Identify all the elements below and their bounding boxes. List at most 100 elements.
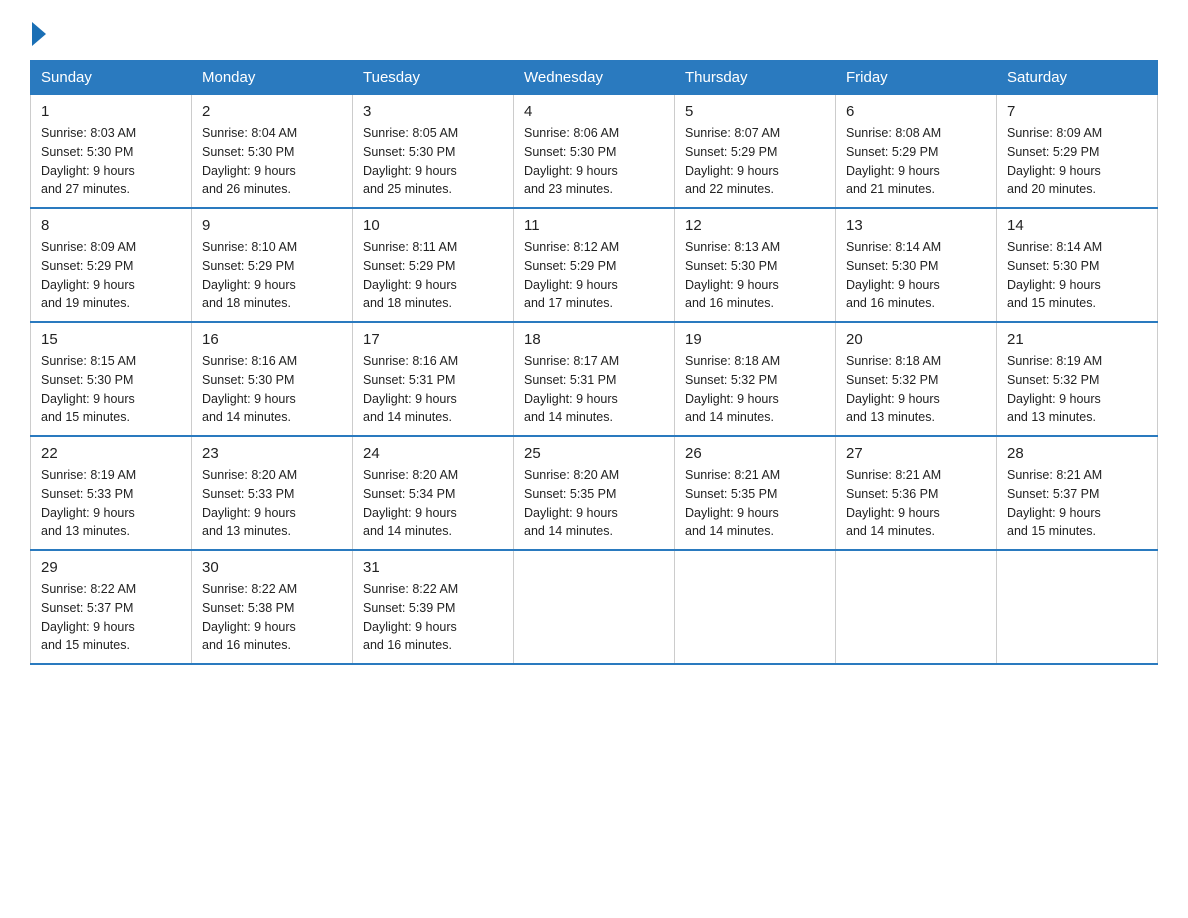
- day-number: 11: [524, 217, 664, 234]
- calendar-cell: 17 Sunrise: 8:16 AMSunset: 5:31 PMDaylig…: [353, 322, 514, 436]
- calendar-cell: 21 Sunrise: 8:19 AMSunset: 5:32 PMDaylig…: [997, 322, 1158, 436]
- week-row-4: 22 Sunrise: 8:19 AMSunset: 5:33 PMDaylig…: [31, 436, 1158, 550]
- day-info: Sunrise: 8:04 AMSunset: 5:30 PMDaylight:…: [202, 124, 342, 199]
- calendar-cell: 22 Sunrise: 8:19 AMSunset: 5:33 PMDaylig…: [31, 436, 192, 550]
- day-number: 28: [1007, 445, 1147, 462]
- logo: [30, 20, 46, 42]
- calendar-cell: 15 Sunrise: 8:15 AMSunset: 5:30 PMDaylig…: [31, 322, 192, 436]
- calendar-cell: 29 Sunrise: 8:22 AMSunset: 5:37 PMDaylig…: [31, 550, 192, 664]
- day-number: 12: [685, 217, 825, 234]
- calendar-cell: 26 Sunrise: 8:21 AMSunset: 5:35 PMDaylig…: [675, 436, 836, 550]
- day-info: Sunrise: 8:09 AMSunset: 5:29 PMDaylight:…: [41, 238, 181, 313]
- day-info: Sunrise: 8:09 AMSunset: 5:29 PMDaylight:…: [1007, 124, 1147, 199]
- calendar-cell: 30 Sunrise: 8:22 AMSunset: 5:38 PMDaylig…: [192, 550, 353, 664]
- day-number: 23: [202, 445, 342, 462]
- calendar-cell: 4 Sunrise: 8:06 AMSunset: 5:30 PMDayligh…: [514, 95, 675, 209]
- weekday-header-row: SundayMondayTuesdayWednesdayThursdayFrid…: [31, 61, 1158, 95]
- calendar-cell: 6 Sunrise: 8:08 AMSunset: 5:29 PMDayligh…: [836, 95, 997, 209]
- calendar-cell: [836, 550, 997, 664]
- week-row-3: 15 Sunrise: 8:15 AMSunset: 5:30 PMDaylig…: [31, 322, 1158, 436]
- day-number: 31: [363, 559, 503, 576]
- calendar-cell: 14 Sunrise: 8:14 AMSunset: 5:30 PMDaylig…: [997, 208, 1158, 322]
- day-number: 21: [1007, 331, 1147, 348]
- day-number: 8: [41, 217, 181, 234]
- day-info: Sunrise: 8:20 AMSunset: 5:35 PMDaylight:…: [524, 466, 664, 541]
- calendar-cell: [514, 550, 675, 664]
- day-info: Sunrise: 8:06 AMSunset: 5:30 PMDaylight:…: [524, 124, 664, 199]
- day-number: 7: [1007, 103, 1147, 120]
- day-number: 6: [846, 103, 986, 120]
- day-number: 22: [41, 445, 181, 462]
- day-info: Sunrise: 8:21 AMSunset: 5:36 PMDaylight:…: [846, 466, 986, 541]
- day-number: 19: [685, 331, 825, 348]
- day-number: 13: [846, 217, 986, 234]
- calendar-cell: 8 Sunrise: 8:09 AMSunset: 5:29 PMDayligh…: [31, 208, 192, 322]
- day-info: Sunrise: 8:08 AMSunset: 5:29 PMDaylight:…: [846, 124, 986, 199]
- calendar-cell: [675, 550, 836, 664]
- day-info: Sunrise: 8:21 AMSunset: 5:37 PMDaylight:…: [1007, 466, 1147, 541]
- weekday-header-tuesday: Tuesday: [353, 61, 514, 95]
- calendar-cell: 7 Sunrise: 8:09 AMSunset: 5:29 PMDayligh…: [997, 95, 1158, 209]
- calendar-cell: 13 Sunrise: 8:14 AMSunset: 5:30 PMDaylig…: [836, 208, 997, 322]
- calendar-cell: 23 Sunrise: 8:20 AMSunset: 5:33 PMDaylig…: [192, 436, 353, 550]
- day-info: Sunrise: 8:07 AMSunset: 5:29 PMDaylight:…: [685, 124, 825, 199]
- weekday-header-thursday: Thursday: [675, 61, 836, 95]
- day-info: Sunrise: 8:17 AMSunset: 5:31 PMDaylight:…: [524, 352, 664, 427]
- calendar-cell: 31 Sunrise: 8:22 AMSunset: 5:39 PMDaylig…: [353, 550, 514, 664]
- day-number: 9: [202, 217, 342, 234]
- day-info: Sunrise: 8:21 AMSunset: 5:35 PMDaylight:…: [685, 466, 825, 541]
- day-number: 10: [363, 217, 503, 234]
- day-number: 16: [202, 331, 342, 348]
- day-info: Sunrise: 8:03 AMSunset: 5:30 PMDaylight:…: [41, 124, 181, 199]
- day-info: Sunrise: 8:19 AMSunset: 5:33 PMDaylight:…: [41, 466, 181, 541]
- day-info: Sunrise: 8:18 AMSunset: 5:32 PMDaylight:…: [685, 352, 825, 427]
- weekday-header-wednesday: Wednesday: [514, 61, 675, 95]
- calendar-cell: 18 Sunrise: 8:17 AMSunset: 5:31 PMDaylig…: [514, 322, 675, 436]
- calendar-cell: 5 Sunrise: 8:07 AMSunset: 5:29 PMDayligh…: [675, 95, 836, 209]
- weekday-header-saturday: Saturday: [997, 61, 1158, 95]
- day-info: Sunrise: 8:22 AMSunset: 5:37 PMDaylight:…: [41, 580, 181, 655]
- day-info: Sunrise: 8:13 AMSunset: 5:30 PMDaylight:…: [685, 238, 825, 313]
- day-number: 15: [41, 331, 181, 348]
- page-header: [30, 20, 1158, 42]
- calendar-cell: 19 Sunrise: 8:18 AMSunset: 5:32 PMDaylig…: [675, 322, 836, 436]
- day-number: 3: [363, 103, 503, 120]
- calendar-cell: 25 Sunrise: 8:20 AMSunset: 5:35 PMDaylig…: [514, 436, 675, 550]
- weekday-header-sunday: Sunday: [31, 61, 192, 95]
- calendar-cell: 9 Sunrise: 8:10 AMSunset: 5:29 PMDayligh…: [192, 208, 353, 322]
- day-info: Sunrise: 8:14 AMSunset: 5:30 PMDaylight:…: [1007, 238, 1147, 313]
- day-info: Sunrise: 8:20 AMSunset: 5:33 PMDaylight:…: [202, 466, 342, 541]
- day-info: Sunrise: 8:18 AMSunset: 5:32 PMDaylight:…: [846, 352, 986, 427]
- weekday-header-monday: Monday: [192, 61, 353, 95]
- calendar-cell: 11 Sunrise: 8:12 AMSunset: 5:29 PMDaylig…: [514, 208, 675, 322]
- day-info: Sunrise: 8:10 AMSunset: 5:29 PMDaylight:…: [202, 238, 342, 313]
- calendar-table: SundayMondayTuesdayWednesdayThursdayFrid…: [30, 60, 1158, 665]
- calendar-cell: [997, 550, 1158, 664]
- calendar-cell: 20 Sunrise: 8:18 AMSunset: 5:32 PMDaylig…: [836, 322, 997, 436]
- day-number: 14: [1007, 217, 1147, 234]
- day-number: 25: [524, 445, 664, 462]
- calendar-cell: 2 Sunrise: 8:04 AMSunset: 5:30 PMDayligh…: [192, 95, 353, 209]
- day-info: Sunrise: 8:16 AMSunset: 5:31 PMDaylight:…: [363, 352, 503, 427]
- day-number: 26: [685, 445, 825, 462]
- day-info: Sunrise: 8:22 AMSunset: 5:39 PMDaylight:…: [363, 580, 503, 655]
- calendar-cell: 28 Sunrise: 8:21 AMSunset: 5:37 PMDaylig…: [997, 436, 1158, 550]
- week-row-2: 8 Sunrise: 8:09 AMSunset: 5:29 PMDayligh…: [31, 208, 1158, 322]
- day-number: 24: [363, 445, 503, 462]
- calendar-cell: 16 Sunrise: 8:16 AMSunset: 5:30 PMDaylig…: [192, 322, 353, 436]
- calendar-cell: 3 Sunrise: 8:05 AMSunset: 5:30 PMDayligh…: [353, 95, 514, 209]
- calendar-cell: 27 Sunrise: 8:21 AMSunset: 5:36 PMDaylig…: [836, 436, 997, 550]
- day-number: 29: [41, 559, 181, 576]
- day-info: Sunrise: 8:15 AMSunset: 5:30 PMDaylight:…: [41, 352, 181, 427]
- calendar-cell: 1 Sunrise: 8:03 AMSunset: 5:30 PMDayligh…: [31, 95, 192, 209]
- logo-arrow-icon: [32, 22, 46, 46]
- calendar-cell: 24 Sunrise: 8:20 AMSunset: 5:34 PMDaylig…: [353, 436, 514, 550]
- calendar-cell: 10 Sunrise: 8:11 AMSunset: 5:29 PMDaylig…: [353, 208, 514, 322]
- day-info: Sunrise: 8:19 AMSunset: 5:32 PMDaylight:…: [1007, 352, 1147, 427]
- day-info: Sunrise: 8:22 AMSunset: 5:38 PMDaylight:…: [202, 580, 342, 655]
- day-number: 20: [846, 331, 986, 348]
- calendar-cell: 12 Sunrise: 8:13 AMSunset: 5:30 PMDaylig…: [675, 208, 836, 322]
- day-number: 4: [524, 103, 664, 120]
- week-row-1: 1 Sunrise: 8:03 AMSunset: 5:30 PMDayligh…: [31, 95, 1158, 209]
- day-info: Sunrise: 8:20 AMSunset: 5:34 PMDaylight:…: [363, 466, 503, 541]
